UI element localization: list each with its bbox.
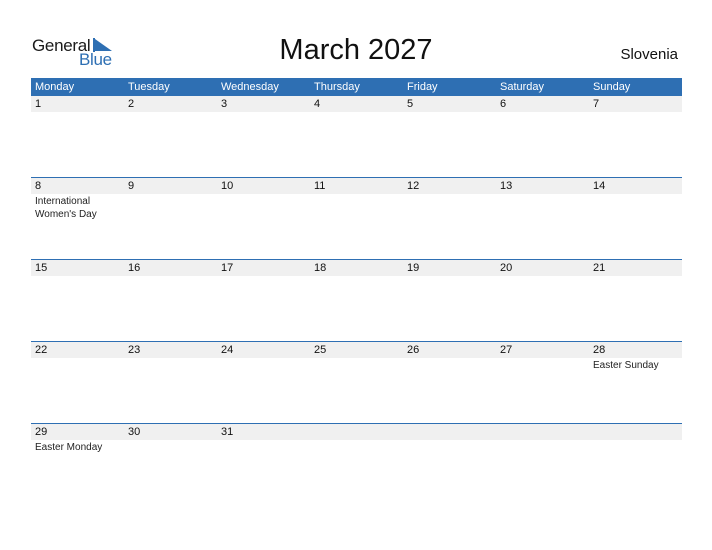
holiday-label: [217, 112, 310, 113]
holiday-label: [310, 440, 403, 454]
weekday-thursday: Thursday: [314, 81, 360, 93]
event-row: [31, 276, 682, 277]
weekday-saturday: Saturday: [500, 81, 545, 93]
day-number: 18: [314, 262, 327, 274]
holiday-label: [124, 440, 217, 454]
day-number: 6: [500, 98, 507, 110]
day-number: 11: [314, 180, 326, 192]
day-number: 5: [407, 98, 414, 110]
holiday-label: [310, 358, 403, 372]
holiday-label: [589, 276, 682, 277]
holiday-label: [403, 276, 496, 277]
day-number: 30: [128, 426, 141, 438]
holiday-label: [310, 194, 403, 221]
day-number: 13: [500, 180, 513, 192]
day-number: 1: [35, 98, 42, 110]
day-number-row: 15 16 17 18 19 20 21: [31, 260, 682, 276]
day-number: 15: [35, 262, 48, 274]
holiday-label: [589, 112, 682, 113]
holiday-label: [31, 358, 124, 372]
calendar-grid: Monday Tuesday Wednesday Thursday Friday…: [31, 78, 682, 505]
day-number: 29: [35, 426, 48, 438]
holiday-label: [310, 276, 403, 277]
holiday-label: [403, 112, 496, 113]
holiday-label: [31, 112, 124, 113]
holiday-label: [496, 358, 589, 372]
holiday-label: [496, 276, 589, 277]
day-number-row: 29 30 31: [31, 424, 682, 440]
day-number: 14: [593, 180, 606, 192]
holiday-label: [124, 276, 217, 277]
holiday-label: [403, 440, 496, 454]
day-number: [403, 424, 496, 440]
day-number-row: 22 23 24 25 26 27 28: [31, 342, 682, 358]
weekday-header: Monday Tuesday Wednesday Thursday Friday…: [31, 78, 682, 96]
day-number: 25: [314, 344, 327, 356]
day-number: 31: [221, 426, 234, 438]
holiday-label: [217, 194, 310, 221]
holiday-label: [124, 112, 217, 113]
day-number: 17: [221, 262, 234, 274]
day-number: 24: [221, 344, 234, 356]
day-number-row: 8 9 10 11 12 13 14: [31, 178, 682, 194]
day-number: 20: [500, 262, 513, 274]
day-number: 19: [407, 262, 420, 274]
weekday-friday: Friday: [407, 81, 438, 93]
day-number: 9: [128, 180, 135, 192]
holiday-label: Easter Monday: [35, 442, 103, 453]
day-number-row: 1 2 3 4 5 6 7: [31, 96, 682, 112]
holiday-label: [310, 112, 403, 113]
event-row: International Women's Day: [31, 194, 682, 221]
day-number: [589, 424, 682, 440]
country-label: Slovenia: [620, 46, 678, 63]
day-number: 12: [407, 180, 420, 192]
weekday-sunday: Sunday: [593, 81, 631, 93]
day-number: 26: [407, 344, 420, 356]
day-number: 28: [593, 344, 606, 356]
day-number: 27: [500, 344, 513, 356]
holiday-label: Easter Sunday: [593, 360, 659, 371]
holiday-label: [31, 276, 124, 277]
holiday-label: [589, 440, 682, 454]
weekday-monday: Monday: [35, 81, 75, 93]
holiday-label: [403, 194, 496, 221]
event-row: Easter Sunday: [31, 358, 682, 372]
week-row: 1 2 3 4 5 6 7: [31, 96, 682, 177]
day-number: 16: [128, 262, 141, 274]
day-number: [496, 424, 589, 440]
holiday-label: [496, 440, 589, 454]
day-number: 22: [35, 344, 48, 356]
weekday-tuesday: Tuesday: [128, 81, 170, 93]
holiday-label: International Women's Day: [35, 196, 97, 220]
day-number: 7: [593, 98, 600, 110]
day-number: 8: [35, 180, 42, 192]
event-row: [31, 112, 682, 113]
day-number: [310, 424, 403, 440]
day-number: 23: [128, 344, 141, 356]
week-row: 29 30 31 Easter Monday: [31, 423, 682, 505]
weekday-wednesday: Wednesday: [221, 81, 279, 93]
holiday-label: [403, 358, 496, 372]
holiday-label: [217, 276, 310, 277]
holiday-label: [496, 112, 589, 113]
calendar-title: March 2027: [279, 34, 433, 66]
event-row: Easter Monday: [31, 440, 682, 454]
week-row: 8 9 10 11 12 13 14 International Women's Day: [31, 177, 682, 259]
holiday-label: [124, 358, 217, 372]
week-row: 15 16 17 18 19 20 21: [31, 259, 682, 341]
day-number: 2: [128, 98, 135, 110]
day-number: 21: [593, 262, 606, 274]
day-number: 3: [221, 98, 228, 110]
day-number: 10: [221, 180, 234, 192]
holiday-label: [217, 440, 310, 454]
holiday-label: [124, 194, 217, 221]
holiday-label: [496, 194, 589, 221]
day-number: 4: [314, 98, 321, 110]
week-row: 22 23 24 25 26 27 28 Easter Sunday: [31, 341, 682, 423]
holiday-label: [217, 358, 310, 372]
holiday-label: [589, 194, 682, 221]
